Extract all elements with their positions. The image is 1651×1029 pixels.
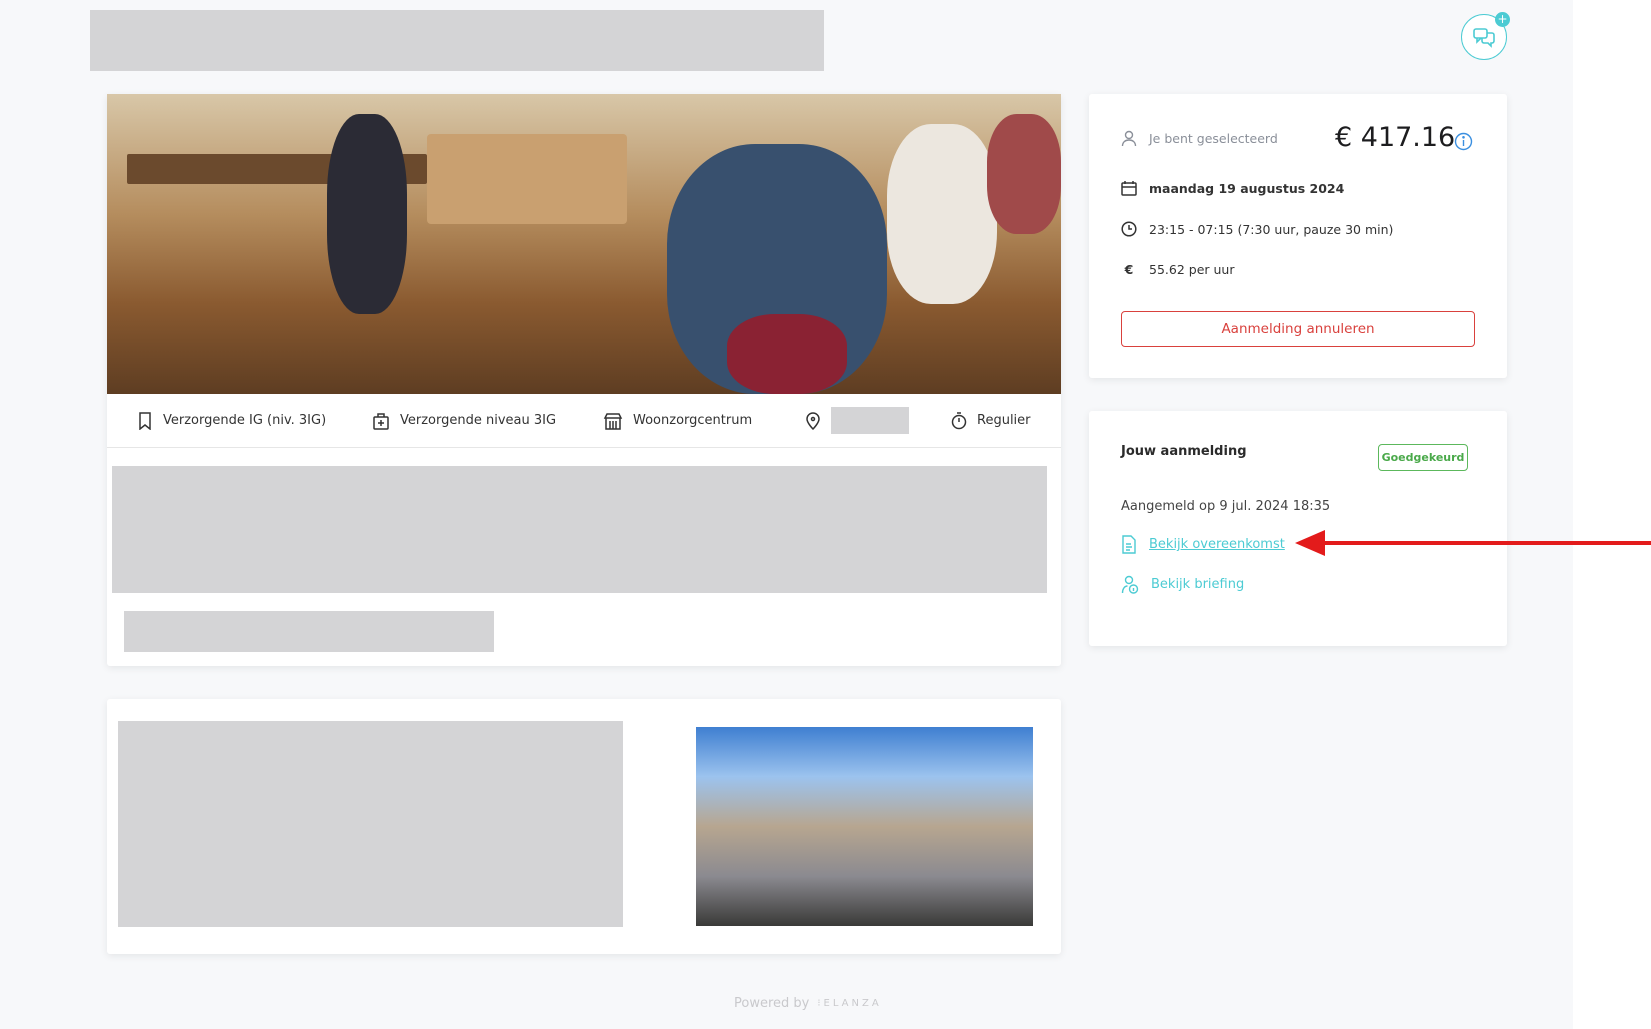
bookmark-icon <box>139 411 151 430</box>
location-text-placeholder <box>118 721 623 927</box>
brand-text: ELANZA <box>823 998 882 1009</box>
tag-label: Verzorgende IG (niv. 3IG) <box>163 413 327 428</box>
tag-function: Verzorgende IG (niv. 3IG) <box>137 411 327 430</box>
briefing-link-text[interactable]: Bekijk briefing <box>1151 577 1244 592</box>
status-badge: Goedgekeurd <box>1378 444 1468 471</box>
registration-card: Jouw aanmelding Goedgekeurd Aangemeld op… <box>1089 411 1507 646</box>
location-card <box>107 699 1061 954</box>
powered-by-text: Powered by <box>734 996 810 1011</box>
annotation-arrow <box>1295 530 1651 556</box>
agreement-link-text[interactable]: Bekijk overeenkomst <box>1149 537 1285 552</box>
selected-label: Je bent geselecteerd <box>1149 131 1278 146</box>
tag-location-type: Woonzorgcentrum <box>603 412 752 430</box>
tag-contract: Regulier <box>951 411 1031 430</box>
stopwatch-icon <box>951 411 967 429</box>
selected-status: Je bent geselecteerd <box>1121 130 1278 147</box>
subtext-placeholder <box>124 611 494 652</box>
location-pin-icon <box>806 411 820 430</box>
address-placeholder <box>831 407 909 434</box>
total-amount: € 417.16 <box>1335 122 1456 153</box>
chat-button[interactable]: + <box>1461 12 1510 60</box>
job-tags-row: Verzorgende IG (niv. 3IG) Verzorgende ni… <box>107 394 1061 448</box>
clock-icon <box>1121 221 1137 237</box>
job-card: Verzorgende IG (niv. 3IG) Verzorgende ni… <box>107 94 1061 666</box>
header-placeholder <box>90 10 824 71</box>
euro-icon: € <box>1124 262 1134 277</box>
time-text: 23:15 - 07:15 (7:30 uur, pauze 30 min) <box>1149 221 1394 237</box>
medical-bag-icon <box>373 412 389 430</box>
registration-title: Jouw aanmelding <box>1121 444 1247 459</box>
user-icon <box>1121 130 1137 147</box>
tag-label: Woonzorgcentrum <box>633 413 753 428</box>
document-icon <box>1122 535 1136 554</box>
date-text: maandag 19 augustus 2024 <box>1149 181 1345 196</box>
description-placeholder <box>112 466 1047 593</box>
tag-label: Verzorgende niveau 3IG <box>400 413 557 428</box>
shift-time: 23:15 - 07:15 (7:30 uur, pauze 30 min) <box>1121 221 1393 237</box>
registered-on: Aangemeld op 9 jul. 2024 18:35 <box>1121 499 1331 514</box>
powered-by-footer: Powered by ⁝ELANZA <box>734 996 882 1011</box>
hourly-rate: € 55.62 per uur <box>1121 262 1235 277</box>
job-photo <box>107 94 1061 394</box>
summary-card: Je bent geselecteerd € 417.16 maandag 19… <box>1089 94 1507 378</box>
chat-new-badge: + <box>1495 12 1510 27</box>
tag-label: Regulier <box>977 413 1031 428</box>
view-briefing-link[interactable]: Bekijk briefing <box>1121 575 1244 594</box>
store-icon <box>603 412 623 430</box>
cancel-registration-button[interactable]: Aanmelding annuleren <box>1121 311 1475 347</box>
chat-bubbles-icon <box>1473 28 1495 48</box>
tag-level: Verzorgende niveau 3IG <box>372 412 556 430</box>
building-photo <box>696 727 1033 926</box>
tag-address <box>805 407 909 434</box>
view-agreement-link[interactable]: Bekijk overeenkomst <box>1121 535 1285 554</box>
user-info-icon <box>1121 575 1139 594</box>
shift-date: maandag 19 augustus 2024 <box>1121 181 1344 196</box>
calendar-icon <box>1121 181 1137 196</box>
info-icon[interactable] <box>1454 132 1473 151</box>
rate-text: 55.62 per uur <box>1149 262 1235 277</box>
elanza-logo: ⁝ELANZA <box>817 998 882 1009</box>
